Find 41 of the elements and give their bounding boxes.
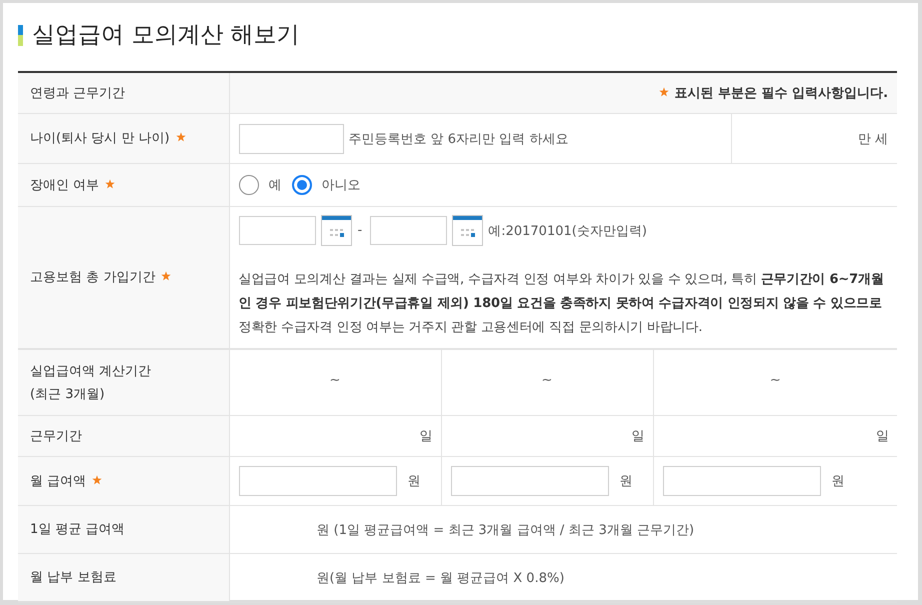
days-unit: 일 — [876, 429, 890, 444]
end-date-input[interactable] — [370, 216, 448, 245]
row-label: 연령과 근무기간 — [30, 86, 126, 100]
row-label: 실업급여액 계산기간 (최근 3개월) — [30, 364, 152, 402]
currency-unit: 원 — [408, 473, 420, 490]
radio-button[interactable] — [238, 175, 258, 195]
row-label: 고용보험 총 가입기간 — [30, 270, 156, 285]
currency-unit: 원 — [832, 473, 844, 490]
notice-paragraph: 실업급여 모의계산 결과는 실제 수급액, 수급자격 인정 여부와 차이가 있을 수 있으며, 특히 근무기간이 6~7개월인 경우 피보험단위기간(무급휴일 제외) 180일 요건을 충족하지 못하여 수급자격이 인정되지 않을 수 있으므로 정확한 수급자격 인정 여부는 거주지 관할 고용센터에 직접 문의하시기 바랍니다. — [238, 271, 885, 337]
range-separator: ~ — [542, 373, 552, 388]
calendar-icon[interactable] — [320, 215, 352, 246]
format-example: 예:20170101(숫자만입력) — [488, 222, 647, 240]
currency-unit: 원 — [620, 473, 632, 490]
page-title: 실업급여 모의계산 해보기 — [32, 21, 300, 50]
radio-button[interactable] — [292, 175, 312, 195]
range-separator: ~ — [770, 373, 781, 388]
row-label: 근무기간 — [30, 428, 82, 444]
row-label: 월 급여액 — [30, 474, 86, 488]
row-label: 월 납부 보험료 — [30, 570, 116, 585]
age-input[interactable] — [238, 124, 344, 154]
radio-label[interactable]: 아니오 — [322, 176, 360, 194]
date-separator: - — [358, 223, 362, 238]
star-icon — [658, 87, 668, 97]
days-unit: 일 — [420, 429, 432, 444]
calendar-icon[interactable] — [452, 215, 484, 246]
salary-input[interactable] — [662, 466, 820, 496]
title-marker-icon — [18, 24, 23, 46]
required-note: 표시된 부분은 필수 입력사항입니다. — [674, 86, 888, 101]
salary-input[interactable] — [450, 466, 608, 496]
start-date-input[interactable] — [238, 216, 316, 245]
range-separator: ~ — [330, 373, 340, 388]
row-label: 나이(퇴사 당시 만 나이) — [30, 131, 170, 146]
salary-input[interactable] — [238, 466, 396, 496]
days-unit: 일 — [632, 429, 644, 444]
row-label: 1일 평균 급여액 — [30, 522, 125, 537]
radio-label[interactable]: 예 — [268, 176, 282, 194]
row-label: 장애인 여부 — [30, 178, 100, 192]
formula-text: 원 (1일 평균급여액 = 최근 3개월 급여액 / 최근 3개월 근무기간) — [316, 522, 694, 538]
input-hint: 주민등록번호 앞 6자리만 입력 하세요 — [348, 130, 568, 148]
formula-text: 원(월 납부 보험료 = 월 평균급여 X 0.8%) — [316, 570, 564, 586]
age-unit: 만 세 — [858, 132, 888, 146]
